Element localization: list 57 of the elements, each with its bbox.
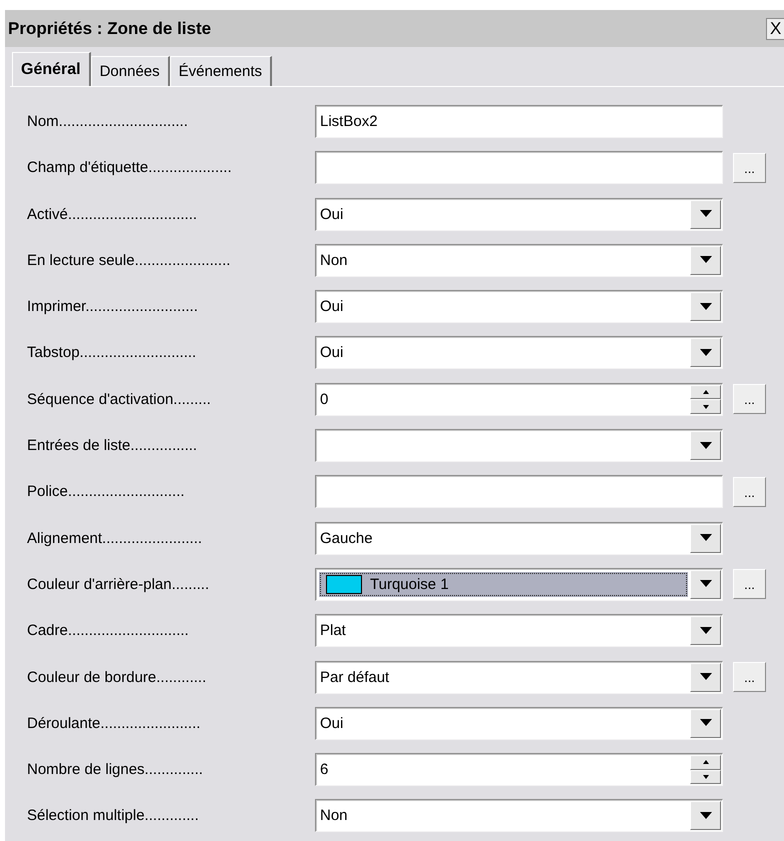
text-field[interactable]: ListBox2 — [315, 105, 723, 138]
dropdown-field[interactable]: Oui — [315, 706, 723, 740]
tab[interactable]: Données — [90, 56, 170, 86]
color-dropdown[interactable]: Turquoise 1 — [315, 568, 723, 601]
text-field[interactable] — [315, 151, 723, 184]
dropdown-field[interactable]: Gauche — [315, 522, 723, 555]
field-label: Déroulante........................ — [27, 714, 202, 732]
spin-up-icon[interactable] — [702, 390, 708, 394]
dropdown-arrow-icon[interactable] — [700, 534, 712, 542]
dropdown-arrow-icon[interactable] — [700, 256, 712, 264]
field-label: Cadre............................. — [27, 622, 190, 640]
spin-down-icon[interactable] — [702, 774, 708, 779]
field-label: Activé............................... — [27, 206, 198, 223]
field-label: Couleur d'arrière-plan......... — [27, 576, 210, 593]
field-label: Sélection multiple............. — [27, 807, 200, 824]
dropdown-field[interactable]: Non — [315, 244, 723, 277]
dropdown-field[interactable]: Par défaut — [315, 660, 723, 694]
field-label: Nombre de lignes.............. — [27, 761, 204, 778]
field-label: Couleur de bordure............ — [27, 668, 208, 686]
dropdown-arrow-icon[interactable] — [700, 719, 712, 728]
dropdown-field[interactable]: Non — [315, 799, 723, 832]
dropdown-arrow-icon[interactable] — [700, 580, 712, 588]
dropdown-field[interactable]: Oui — [315, 198, 723, 231]
spin-field[interactable]: 6 — [315, 753, 723, 786]
dropdown-arrow-icon[interactable] — [700, 302, 712, 311]
spin-down-icon[interactable] — [702, 404, 708, 409]
spin-up-icon[interactable] — [702, 760, 708, 764]
browse-button[interactable]: ... — [733, 476, 766, 507]
field-label: Entrées de liste................ — [27, 437, 198, 454]
field-label: Imprimer........................... — [27, 298, 199, 316]
field-label: Champ d'étiquette.................... — [27, 159, 233, 176]
field-label: Police............................ — [27, 483, 186, 500]
tab[interactable]: Événements — [170, 56, 272, 86]
dropdown-arrow-icon[interactable] — [700, 812, 712, 820]
browse-button[interactable]: ... — [733, 152, 766, 183]
close-button[interactable]: X — [766, 18, 784, 40]
spin-field[interactable]: 0 — [315, 382, 723, 416]
field-label: Séquence d'activation......... — [27, 390, 212, 408]
dropdown-arrow-icon[interactable] — [700, 348, 712, 357]
dropdown-field[interactable] — [315, 429, 723, 462]
browse-button[interactable]: ... — [733, 569, 766, 600]
field-label: Tabstop............................ — [27, 344, 198, 362]
field-label: Alignement........................ — [27, 530, 204, 547]
field-label: En lecture seule....................... — [27, 252, 232, 269]
tab[interactable]: Général — [12, 52, 91, 86]
dropdown-arrow-icon[interactable] — [700, 210, 712, 218]
dropdown-field[interactable]: Oui — [315, 336, 723, 370]
text-field[interactable] — [315, 475, 723, 508]
dropdown-arrow-icon[interactable] — [700, 673, 712, 682]
dropdown-field[interactable]: Plat — [315, 614, 723, 648]
dropdown-arrow-icon[interactable] — [700, 626, 712, 635]
dropdown-arrow-icon[interactable] — [700, 442, 712, 450]
browse-button[interactable]: ... — [733, 662, 766, 692]
window-title: Propriétés : Zone de liste — [8, 18, 212, 38]
browse-button[interactable]: ... — [733, 384, 766, 414]
field-label: Nom............................... — [27, 113, 189, 130]
dropdown-field[interactable]: Oui — [315, 290, 723, 324]
